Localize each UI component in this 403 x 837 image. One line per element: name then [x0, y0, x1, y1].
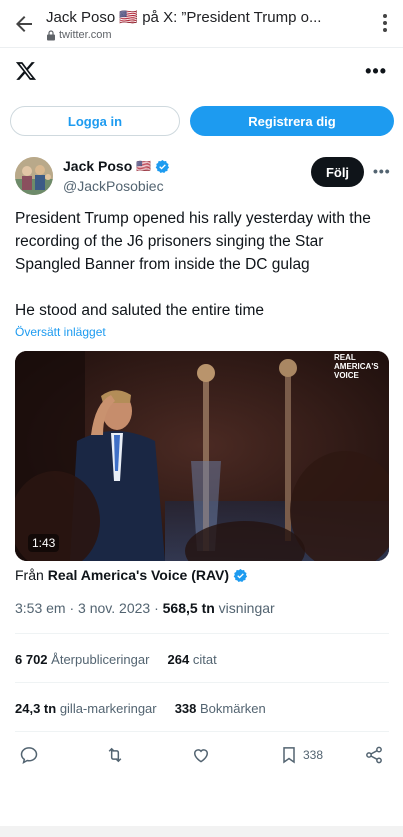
action-bar: 338 [0, 740, 403, 770]
reposts-stat[interactable]: 6 702 Återpubliceringar [15, 652, 149, 667]
author-name-text: Jack Poso [63, 158, 133, 174]
tweet-line: recording of the J6 prisoners singing th… [15, 233, 324, 250]
browser-page-title: Jack Poso 🇺🇸 på X: ”President Trump o... [46, 9, 322, 26]
meta-separator: · [154, 600, 163, 616]
video-source: Från Real America's Voice (RAV) [15, 567, 248, 583]
tweet-date[interactable]: 3 nov. 2023 [78, 600, 150, 616]
login-button[interactable]: Logga in [10, 106, 180, 136]
bookmark-icon [283, 747, 295, 764]
video-duration: 1:43 [28, 534, 60, 552]
bookmark-count: 338 [303, 748, 324, 762]
tweet-line: President Trump opened his rally yesterd… [15, 210, 371, 227]
browser-url[interactable]: twitter.com [46, 29, 112, 41]
signup-button[interactable]: Registrera dig [190, 106, 394, 136]
author-handle[interactable]: @JackPosobiec [63, 178, 164, 194]
heart-icon [193, 749, 209, 763]
views-label: visningar [218, 600, 275, 616]
bookmarks-stat[interactable]: 338 Bokmärken [175, 701, 266, 716]
tweet-more-icon[interactable]: ••• [373, 163, 391, 179]
back-arrow-icon[interactable] [12, 12, 36, 36]
x-logo-icon[interactable] [15, 60, 37, 82]
source-prefix: Från [15, 567, 44, 583]
reply-button[interactable] [19, 744, 39, 766]
views-count: 568,5 tn [162, 600, 215, 616]
quotes-stat[interactable]: 264 citat [168, 652, 217, 667]
video-player[interactable] [15, 351, 389, 561]
share-icon [366, 746, 382, 764]
follow-button[interactable]: Följ [311, 157, 364, 187]
divider [15, 633, 389, 634]
author-name[interactable]: Jack Poso 🇺🇸 [63, 158, 170, 174]
repost-button[interactable] [105, 744, 125, 766]
browser-bar: Jack Poso 🇺🇸 på X: ”President Trump o...… [0, 0, 403, 48]
bookmark-button[interactable]: 338 [279, 744, 323, 766]
verified-badge-icon [155, 159, 170, 173]
share-button[interactable] [364, 744, 384, 766]
divider [15, 731, 389, 732]
repost-quote-stats: 6 702 Återpubliceringar 264 citat [15, 652, 217, 667]
more-options-icon[interactable]: ••• [365, 61, 387, 82]
reply-icon [20, 747, 38, 764]
meta-separator: · [69, 600, 79, 616]
likes-stat[interactable]: 24,3 tn gilla-markeringar [15, 701, 157, 716]
likes-bookmarks-stats: 24,3 tn gilla-markeringar 338 Bokmärken [15, 701, 266, 716]
like-button[interactable] [191, 744, 211, 766]
browser-menu-icon[interactable] [383, 14, 387, 32]
video-thumbnail [15, 351, 389, 561]
flag-emoji: 🇺🇸 [136, 159, 152, 173]
tweet-time[interactable]: 3:53 em [15, 600, 66, 616]
rav-watermark: REAL AMERICA'S VOICE [334, 353, 379, 380]
verified-badge-icon [233, 568, 248, 582]
repost-icon [108, 747, 122, 763]
tweet-line: He stood and saluted the entire time [15, 302, 265, 319]
translate-link[interactable]: Översätt inlägget [15, 325, 106, 339]
source-name-link[interactable]: Real America's Voice (RAV) [48, 567, 229, 583]
avatar[interactable] [15, 157, 53, 195]
browser-url-text: twitter.com [59, 29, 112, 41]
tweet-meta: 3:53 em · 3 nov. 2023 · 568,5 tn visning… [15, 600, 275, 616]
bottom-bar [0, 826, 403, 837]
tweet-text: President Trump opened his rally yesterd… [15, 207, 393, 322]
avatar-image [15, 157, 53, 195]
tweet-line: Spangled Banner from inside the DC gulag [15, 256, 310, 273]
lock-icon [47, 29, 55, 40]
divider [15, 682, 389, 683]
x-header: ••• [0, 48, 403, 96]
